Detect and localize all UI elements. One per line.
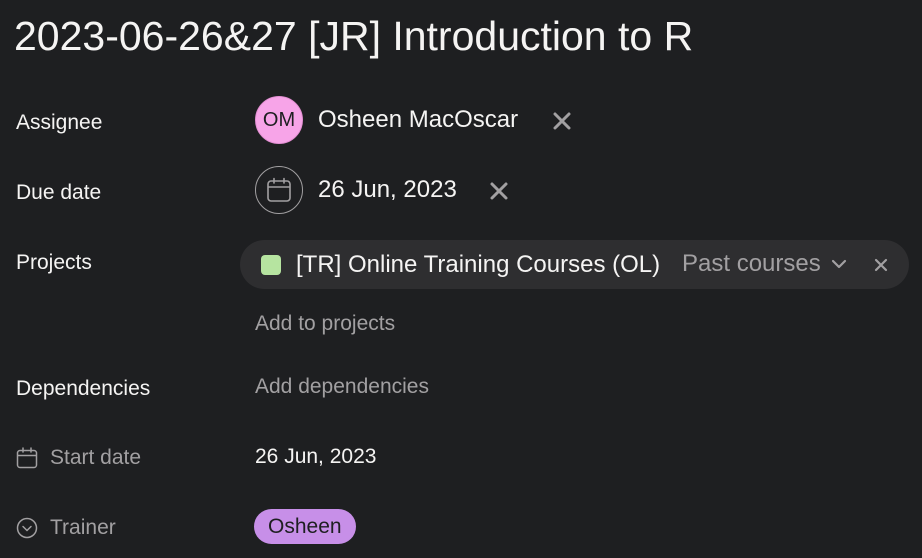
close-icon [490,182,508,200]
calendar-icon [267,177,291,202]
due-date-calendar-button[interactable] [255,166,303,214]
add-to-projects-link[interactable]: Add to projects [255,312,395,336]
trainer-tag[interactable]: Osheen [254,509,356,544]
project-name[interactable]: [TR] Online Training Courses (OL) [296,251,660,279]
calendar-icon [16,447,38,469]
task-title[interactable]: 2023-06-26&27 [JR] Introduction to R [14,12,693,60]
assignee-label: Assignee [16,111,103,134]
due-date-value[interactable]: 26 Jun, 2023 [318,176,457,204]
start-date-value[interactable]: 26 Jun, 2023 [255,445,376,469]
project-section-dropdown[interactable]: Past courses [682,250,847,278]
remove-assignee-button[interactable] [550,109,574,133]
remove-project-button[interactable] [869,253,893,277]
project-color-swatch [261,255,281,275]
remove-due-date-button[interactable] [487,179,511,203]
add-dependencies-link[interactable]: Add dependencies [255,375,429,399]
close-icon [553,112,571,130]
project-pill[interactable]: [TR] Online Training Courses (OL) Past c… [240,240,909,289]
trainer-label: Trainer [50,516,116,539]
projects-label: Projects [16,251,92,274]
start-date-label: Start date [50,446,142,469]
chevron-circle-icon [16,517,38,539]
dependencies-label: Dependencies [16,377,151,400]
due-date-label: Due date [16,181,102,204]
close-icon [874,258,888,272]
assignee-name[interactable]: Osheen MacOscar [318,106,518,134]
project-section-label: Past courses [682,250,821,277]
chevron-down-icon [831,259,846,269]
avatar[interactable]: OM [255,96,303,144]
start-date-field-label: Start date [16,446,141,470]
trainer-field-label: Trainer [16,516,116,540]
